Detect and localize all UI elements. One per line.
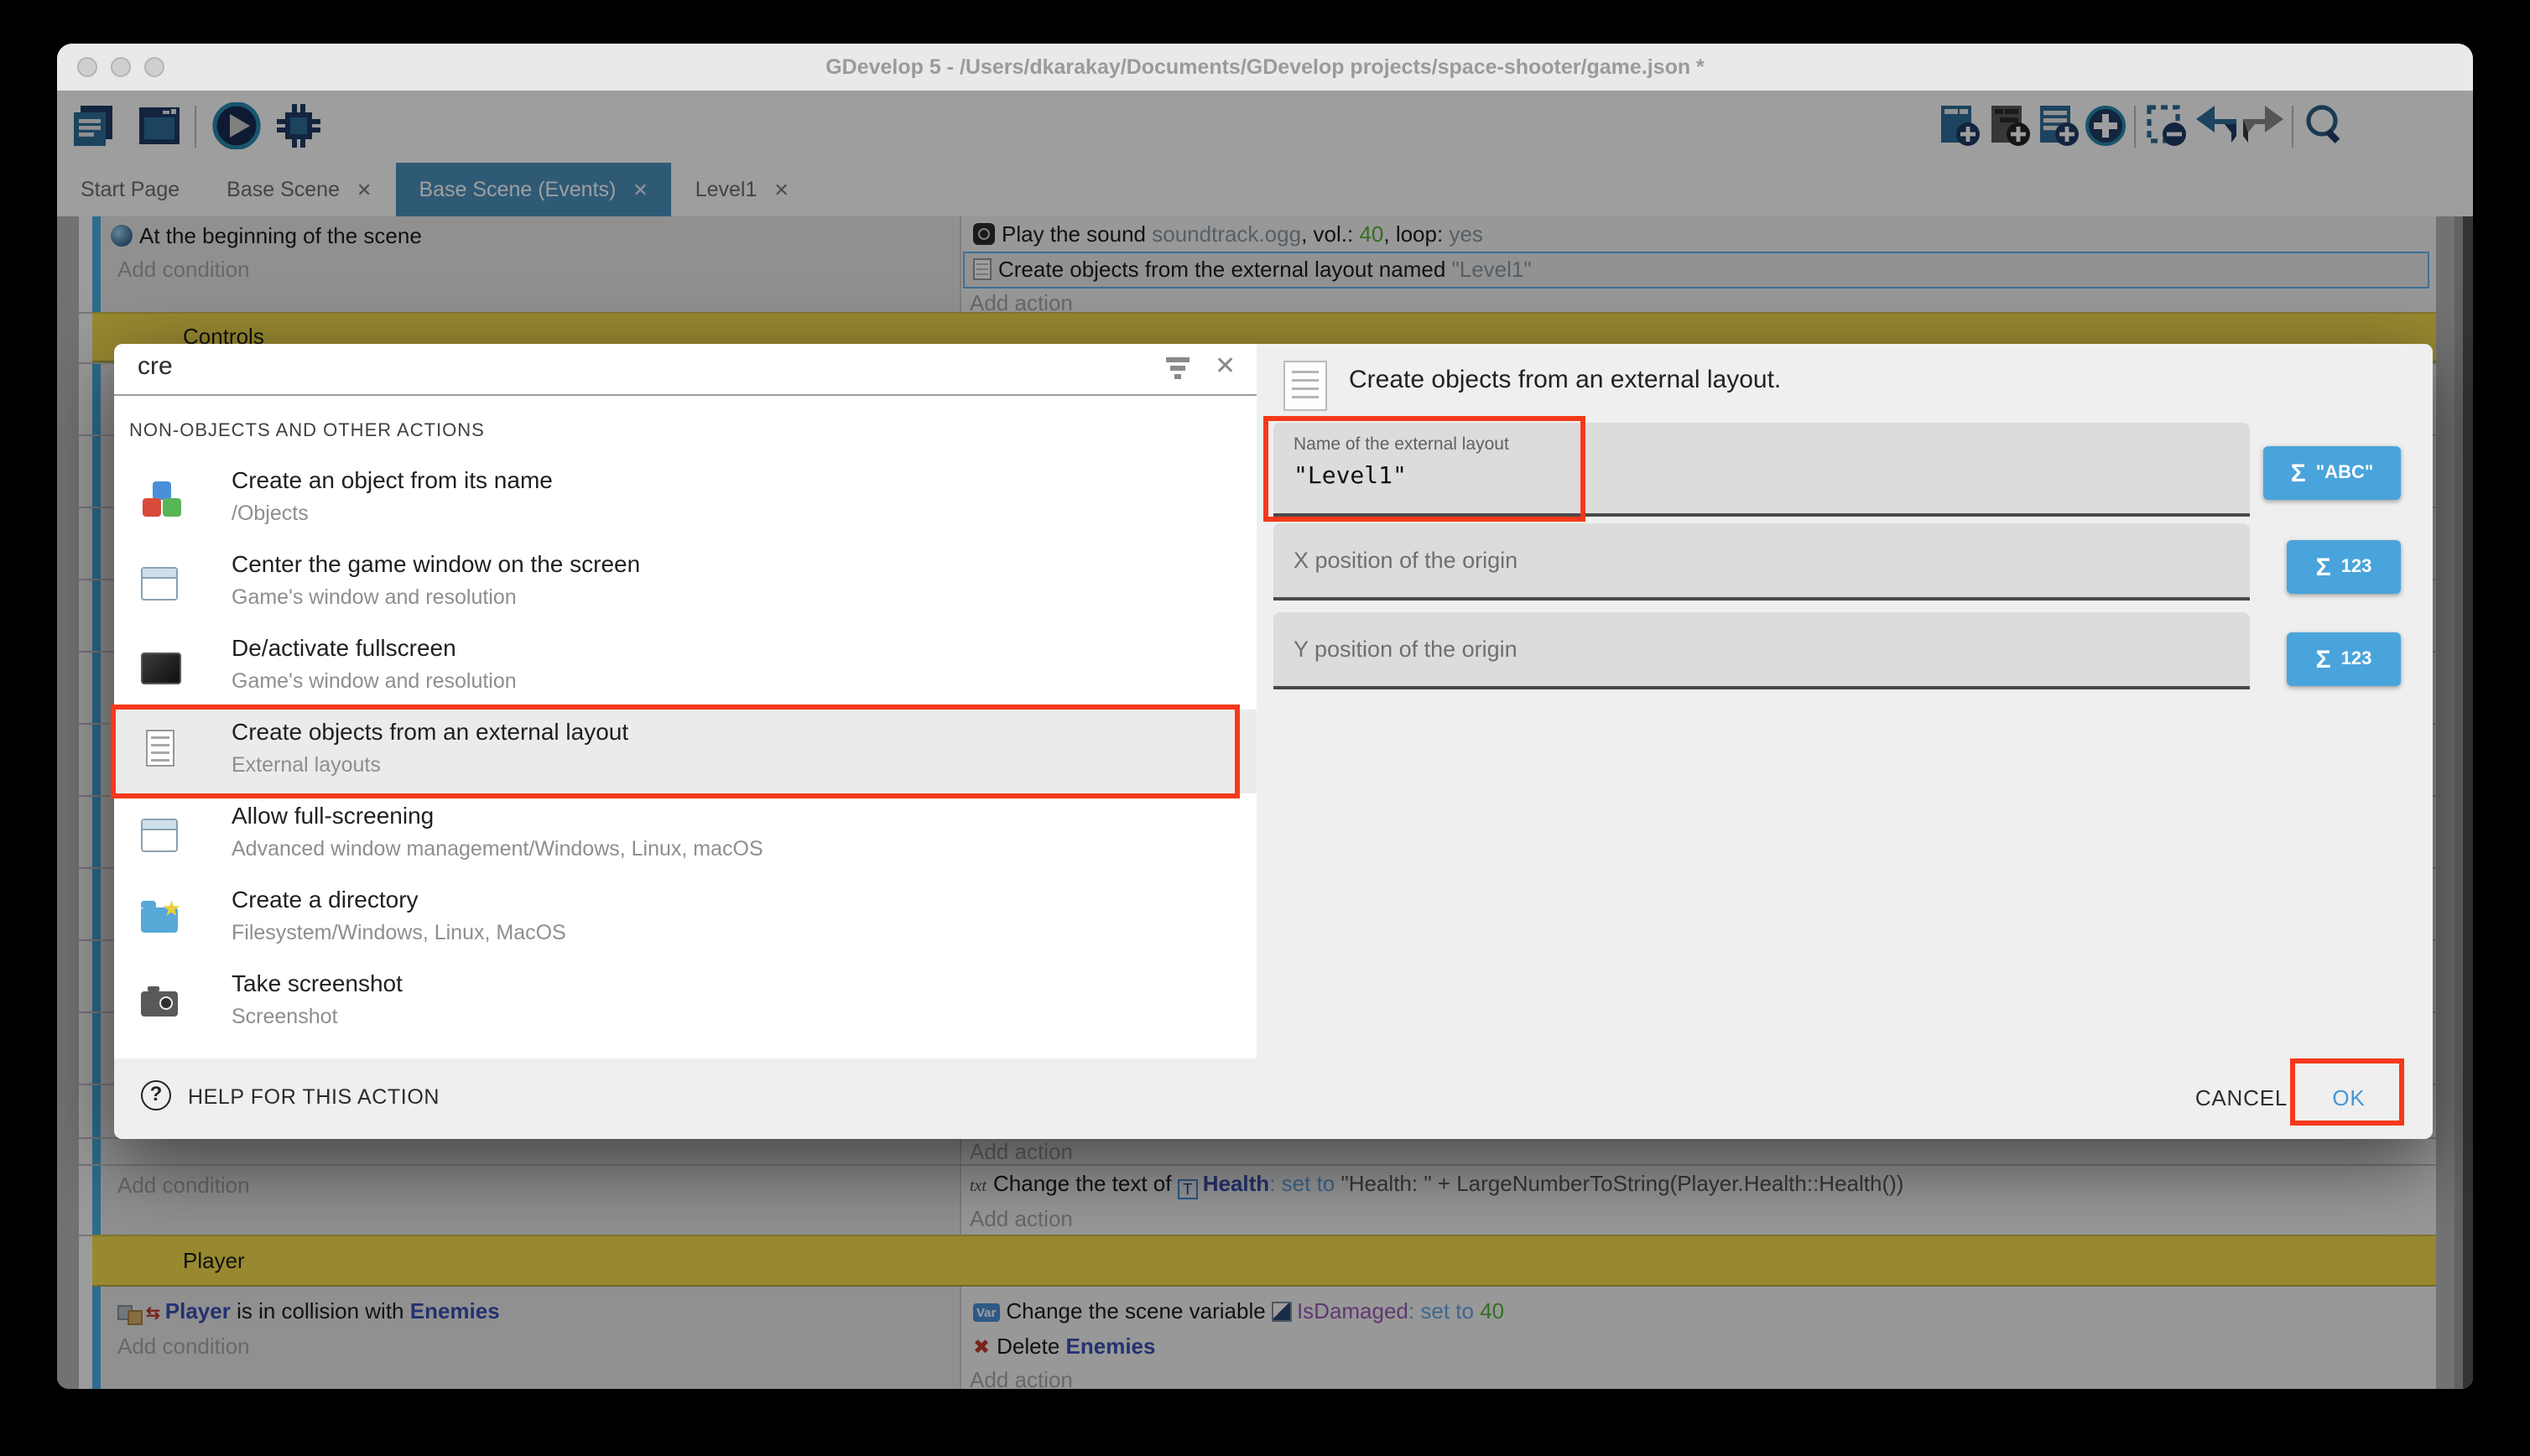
tab-label: Start Page	[81, 178, 180, 201]
add-action-link[interactable]: Add action	[970, 1367, 1073, 1389]
fullscreen-icon	[141, 646, 185, 689]
external-layout-icon	[973, 258, 992, 280]
camera-icon	[141, 981, 185, 1025]
list-item-create-directory[interactable]: Create a directory Filesystem/Windows, L…	[114, 877, 1257, 961]
list-item-center-window[interactable]: Center the game window on the screen Gam…	[114, 542, 1257, 626]
action-row-delete[interactable]: ✖Delete Enemies	[973, 1334, 1156, 1359]
action-row-scene-variable[interactable]: VarChange the scene variable IsDamaged: …	[973, 1298, 1504, 1323]
sigma-icon: Σ	[2316, 553, 2331, 581]
add-event-icon[interactable]	[1938, 102, 1983, 149]
toolbar-separator	[2292, 106, 2293, 148]
action-row-change-text[interactable]: txtChange the text of THealth: set to "H…	[970, 1171, 1903, 1199]
y-position-field[interactable]: Y position of the origin	[1273, 612, 2250, 689]
action-row-create-objects[interactable]: Create objects from the external layout …	[973, 257, 1532, 282]
tab-start-page[interactable]: Start Page	[57, 163, 203, 216]
sigma-icon: Σ	[2316, 645, 2331, 673]
add-action-link[interactable]: Add action	[970, 1206, 1073, 1231]
section-header: NON-OBJECTS AND OTHER ACTIONS	[129, 421, 485, 441]
events-selection-rail	[92, 216, 101, 1389]
add-comment-icon[interactable]	[2037, 102, 2082, 149]
group-player[interactable]: Player	[92, 1235, 2436, 1287]
close-tab-icon[interactable]: ✕	[773, 179, 789, 200]
editor-tabbar: Start Page Base Scene ✕ Base Scene (Event…	[57, 163, 2473, 218]
close-tab-icon[interactable]: ✕	[357, 179, 372, 200]
tab-base-scene[interactable]: Base Scene ✕	[203, 163, 395, 216]
clear-search-icon[interactable]: ✕	[1215, 351, 1236, 381]
events-gutter	[79, 216, 92, 1389]
tab-label: Base Scene	[226, 178, 340, 201]
expression-builder-abc-button[interactable]: Σ"ABC"	[2263, 446, 2401, 500]
search-underline	[114, 394, 1257, 396]
toolbar-separator	[195, 106, 196, 148]
app-content: Start Page Base Scene ✕ Base Scene (Event…	[57, 91, 2473, 1389]
debug-icon[interactable]	[273, 102, 324, 149]
expression-builder-123-button[interactable]: Σ123	[2287, 540, 2401, 594]
annotation-box-name-field	[1263, 416, 1585, 522]
variable-icon	[1272, 1302, 1292, 1322]
tab-base-scene-events[interactable]: Base Scene (Events) ✕	[395, 163, 671, 216]
project-manager-icon[interactable]	[69, 102, 119, 149]
action-row-sound[interactable]: Play the sound soundtrack.ogg, vol.: 40,…	[973, 221, 1483, 247]
text-object-icon: T	[1178, 1179, 1198, 1199]
collision-cube-icon	[128, 1310, 143, 1325]
preview-play-icon[interactable]	[210, 102, 263, 149]
tab-label: Level1	[695, 178, 757, 201]
annotation-box-list-item	[111, 705, 1240, 798]
close-tab-icon[interactable]: ✕	[632, 179, 648, 200]
tab-label: Base Scene (Events)	[419, 178, 616, 201]
dialog-footer: ? HELP FOR THIS ACTION	[114, 1058, 1257, 1139]
condition-row[interactable]: At the beginning of the scene	[111, 223, 422, 248]
scrollbar-thumb[interactable]	[2463, 216, 2473, 1389]
search-input[interactable]: cre	[138, 352, 173, 381]
app-window: GDevelop 5 - /Users/dkarakay/Documents/G…	[57, 44, 2473, 1389]
expression-builder-123-button[interactable]: Σ123	[2287, 632, 2401, 686]
add-condition-link[interactable]: Add condition	[117, 257, 250, 282]
help-icon: ?	[141, 1080, 171, 1110]
list-item-fullscreen[interactable]: De/activate fullscreen Game's window and…	[114, 626, 1257, 710]
scene-begin-icon	[111, 225, 133, 247]
scrollbar[interactable]	[2455, 216, 2473, 1389]
row-divider	[79, 1164, 2436, 1166]
add-condition-link[interactable]: Add condition	[117, 1173, 250, 1198]
scene-editor-icon[interactable]	[134, 102, 185, 149]
sigma-icon: Σ	[2291, 459, 2306, 487]
objects-cubes-icon	[141, 478, 185, 522]
game-window-icon	[141, 562, 185, 606]
delete-x-icon: ✖	[973, 1335, 990, 1359]
x-position-field[interactable]: X position of the origin	[1273, 523, 2250, 601]
add-circle-icon[interactable]	[2084, 102, 2129, 149]
toolbar-separator	[2134, 106, 2136, 148]
list-item-take-screenshot[interactable]: Take screenshot Screenshot	[114, 961, 1257, 1045]
help-link[interactable]: HELP FOR THIS ACTION	[188, 1085, 440, 1109]
filter-icon[interactable]	[1164, 357, 1191, 381]
list-item-create-object[interactable]: Create an object from its name /Objects	[114, 458, 1257, 542]
add-subevent-icon[interactable]	[1988, 102, 2033, 149]
add-condition-link[interactable]: Add condition	[117, 1334, 250, 1359]
folder-icon	[141, 897, 185, 941]
action-title: Create objects from an external layout.	[1349, 366, 1781, 394]
window-title: GDevelop 5 - /Users/dkarakay/Documents/G…	[57, 44, 2473, 91]
variable-badge-icon: Var	[973, 1303, 999, 1322]
condition-row-collision[interactable]: ⇆Player is in collision with Enemies	[117, 1298, 500, 1325]
undo-icon[interactable]	[2191, 102, 2240, 149]
txt-badge: txt	[970, 1178, 986, 1196]
remove-selection-icon[interactable]	[2144, 102, 2189, 149]
collision-arrows-icon: ⇆	[146, 1305, 160, 1323]
list-item-allow-fullscreen[interactable]: Allow full-screening Advanced window man…	[114, 793, 1257, 877]
titlebar: GDevelop 5 - /Users/dkarakay/Documents/G…	[57, 44, 2473, 92]
screenshot-canvas: GDevelop 5 - /Users/dkarakay/Documents/G…	[0, 0, 2530, 1456]
add-action-link[interactable]: Add action	[970, 1139, 1073, 1164]
main-toolbar	[57, 91, 2473, 164]
sound-icon	[973, 223, 995, 245]
instruction-editor-dialog: cre ✕ NON-OBJECTS AND OTHER ACTIONS Crea…	[114, 344, 2433, 1139]
annotation-box-ok-button	[2290, 1058, 2404, 1126]
redo-icon[interactable]	[2240, 102, 2288, 149]
tab-level1[interactable]: Level1 ✕	[672, 163, 813, 216]
external-layout-icon	[1283, 361, 1327, 411]
game-window-icon	[141, 814, 185, 857]
search-icon[interactable]	[2302, 102, 2349, 149]
